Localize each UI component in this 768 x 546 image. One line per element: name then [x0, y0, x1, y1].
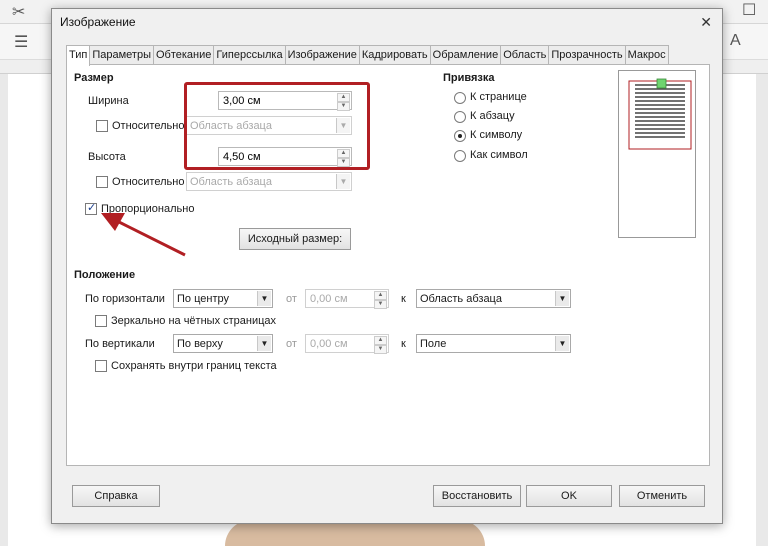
tab-transparency[interactable]: Прозрачность	[548, 45, 626, 65]
chevron-down-icon[interactable]: ▼	[336, 174, 350, 189]
anchor-character-label: К символу	[470, 129, 523, 141]
anchor-character-radio[interactable]	[454, 130, 466, 142]
size-highlight-frame	[184, 82, 370, 170]
dialog-title: Изображение	[60, 15, 136, 29]
horizontal-combo-value: По центру	[177, 293, 229, 305]
width-relative-checkbox[interactable]	[96, 120, 108, 132]
height-relative-label: Относительно	[112, 176, 185, 188]
align-left-icon[interactable]: ☰	[14, 32, 28, 52]
vertical-to-label: к	[401, 338, 406, 350]
chevron-down-icon[interactable]: ▼	[555, 291, 569, 306]
vertical-offset-input[interactable]	[306, 335, 372, 352]
vertical-combo[interactable]: По верху ▼	[173, 334, 273, 353]
vertical-combo-value: По верху	[177, 338, 223, 350]
ok-button[interactable]: OK	[526, 485, 612, 507]
keep-inside-label: Сохранять внутри границ текста	[111, 360, 277, 372]
anchor-preview	[618, 70, 696, 238]
anchor-section-title: Привязка	[443, 72, 495, 84]
vertical-by-label: от	[286, 338, 297, 350]
tab-borders[interactable]: Обрамление	[429, 45, 502, 65]
mirror-checkbox[interactable]	[95, 315, 107, 327]
close-icon[interactable]: ✕	[700, 14, 712, 31]
tab-macro[interactable]: Макрос	[624, 45, 669, 65]
tab-type[interactable]: Тип	[66, 45, 91, 66]
tab-image[interactable]: Изображение	[284, 45, 360, 65]
height-relative-combo[interactable]: Область абзаца ▼	[186, 172, 352, 191]
reset-button[interactable]: Восстановить	[433, 485, 521, 507]
keep-inside-checkbox[interactable]	[95, 360, 107, 372]
cut-icon[interactable]: ✂	[12, 2, 25, 22]
cancel-button[interactable]: Отменить	[619, 485, 705, 507]
horizontal-combo[interactable]: По центру ▼	[173, 289, 273, 308]
tab-area[interactable]: Область	[500, 45, 550, 65]
chevron-down-icon[interactable]: ▼	[257, 336, 271, 351]
tab-crop[interactable]: Кадрировать	[358, 45, 431, 65]
width-relative-label: Относительно	[112, 120, 185, 132]
anchor-as-character-label: Как символ	[470, 149, 528, 161]
height-relative-checkbox[interactable]	[96, 176, 108, 188]
horizontal-offset-spinbox[interactable]: ▲▼	[305, 289, 389, 309]
comment-icon[interactable]: ☐	[742, 0, 756, 20]
text-icon[interactable]: A	[730, 32, 741, 50]
height-relative-combo-value: Область абзаца	[190, 176, 272, 188]
help-button[interactable]: Справка	[72, 485, 160, 507]
horizontal-offset-input[interactable]	[306, 290, 372, 307]
horizontal-relative-combo-value: Область абзаца	[420, 293, 502, 305]
chevron-down-icon[interactable]: ▼	[257, 291, 271, 306]
horizontal-by-label: от	[286, 293, 297, 305]
horizontal-relative-combo[interactable]: Область абзаца ▼	[416, 289, 571, 308]
annotation-arrow-icon	[101, 213, 186, 257]
original-size-button[interactable]: Исходный размер:	[239, 228, 351, 250]
anchor-page-label: К странице	[470, 91, 527, 103]
anchor-as-character-radio[interactable]	[454, 150, 466, 162]
vertical-label: По вертикали	[85, 338, 155, 350]
tab-bar: Тип Параметры Обтекание Гиперссылка Изоб…	[66, 45, 669, 66]
vertical-relative-combo-value: Поле	[420, 338, 447, 350]
vertical-offset-spinbox[interactable]: ▲▼	[305, 334, 389, 354]
horizontal-to-label: к	[401, 293, 406, 305]
anchor-page-radio[interactable]	[454, 92, 466, 104]
horizontal-label: По горизонтали	[85, 293, 165, 305]
height-label: Высота	[88, 151, 126, 163]
width-label: Ширина	[88, 95, 129, 107]
tab-wrap[interactable]: Обтекание	[152, 45, 215, 65]
tab-options[interactable]: Параметры	[89, 45, 154, 65]
anchor-paragraph-label: К абзацу	[470, 110, 515, 122]
tab-hyperlink[interactable]: Гиперссылка	[213, 45, 286, 65]
mirror-label: Зеркально на чётных страницах	[111, 315, 277, 327]
size-section-title: Размер	[74, 72, 114, 84]
dialog-titlebar: Изображение ✕	[52, 9, 722, 35]
position-section-title: Положение	[74, 269, 136, 281]
vertical-offset-arrows[interactable]: ▲ ▼	[374, 336, 387, 354]
horizontal-offset-arrows[interactable]: ▲ ▼	[374, 291, 387, 309]
preview-page-graphic	[628, 78, 692, 150]
vertical-relative-combo[interactable]: Поле ▼	[416, 334, 571, 353]
chevron-down-icon[interactable]: ▼	[555, 336, 569, 351]
anchor-paragraph-radio[interactable]	[454, 111, 466, 123]
